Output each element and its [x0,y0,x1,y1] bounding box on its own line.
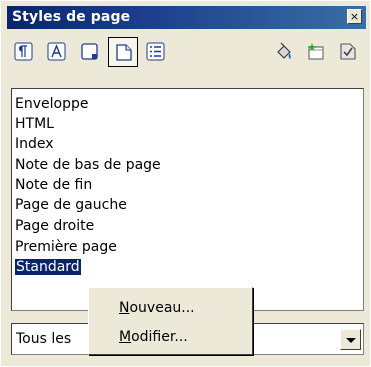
update-style-button[interactable] [333,37,363,67]
list-item[interactable]: Page de gauche [15,195,127,215]
list-item-selected[interactable]: Standard [15,257,81,277]
frame-styles-icon [81,43,98,60]
close-button[interactable]: × [347,9,362,24]
list-item[interactable]: Enveloppe [15,94,88,114]
list-item[interactable]: Note de fin [15,175,92,195]
list-styles-icon [146,42,165,61]
list-item[interactable]: HTML [15,114,54,134]
styles-list[interactable]: Enveloppe HTML Index Note de bas de page… [11,88,364,311]
new-style-button[interactable] [301,37,331,67]
style-family-toolbar [9,37,364,71]
update-style-icon [340,43,356,60]
title-bar[interactable]: Styles de page × [7,6,366,29]
menu-item-new[interactable]: Nouveau... [119,297,195,319]
styles-panel: Styles de page × Enveloppe HTML Index No… [0,0,371,367]
list-item[interactable]: Première page [15,237,117,257]
fill-format-mode-button[interactable] [269,37,299,67]
paragraph-styles-icon [14,42,33,61]
chevron-down-icon[interactable] [340,329,361,350]
window-title: Styles de page [12,9,131,25]
character-styles-button[interactable] [42,37,72,67]
page-styles-icon [116,44,132,61]
list-styles-button[interactable] [141,37,171,67]
list-item[interactable]: Page droite [15,216,94,236]
list-item[interactable]: Note de bas de page [15,155,161,175]
menu-item-modify[interactable]: Modifier... [119,326,188,348]
context-menu: Nouveau... Modifier... [88,287,253,355]
paragraph-styles-button[interactable] [9,37,39,67]
filter-value: Tous les [16,331,72,347]
frame-styles-button[interactable] [75,37,105,67]
new-style-from-selection-icon [308,43,324,60]
character-styles-icon [47,42,66,61]
fill-format-mode-icon [277,42,291,59]
list-item[interactable]: Index [15,134,54,154]
page-styles-button[interactable] [108,37,138,67]
